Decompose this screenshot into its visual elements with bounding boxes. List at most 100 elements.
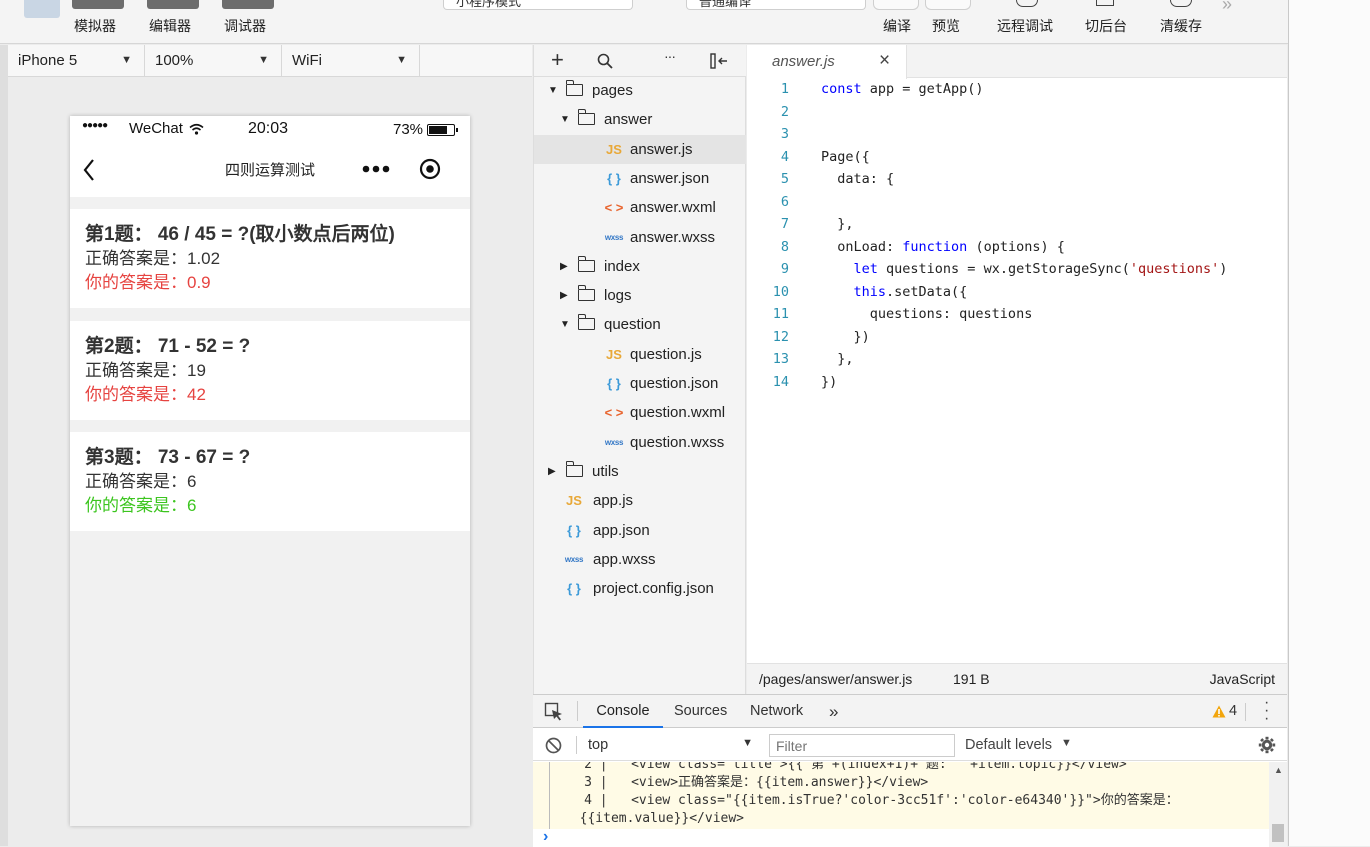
- remote-debug-button-label[interactable]: 远程调试: [997, 16, 1053, 36]
- code-line[interactable]: 8 onLoad: function (options) {: [747, 236, 1287, 259]
- compile-mode-select[interactable]: 普通编译: [686, 0, 866, 10]
- tree-file[interactable]: wxss question.wxss: [534, 428, 746, 457]
- user-answer: 你的答案是：6: [85, 496, 197, 515]
- console-filter-input[interactable]: [769, 734, 955, 757]
- tree-folder[interactable]: ▶ logs: [534, 281, 746, 310]
- tab-console[interactable]: Console: [583, 695, 663, 728]
- tree-file[interactable]: { } question.json: [534, 369, 746, 398]
- close-icon[interactable]: ×: [879, 50, 890, 72]
- tree-file[interactable]: < > question.wxml: [534, 398, 746, 427]
- mode-select[interactable]: 小程序模式: [443, 0, 633, 10]
- user-answer: 你的答案是：0.9: [85, 273, 211, 292]
- code-line[interactable]: 10 this.setData({: [747, 281, 1287, 304]
- device-select[interactable]: iPhone 5 ▼: [8, 45, 145, 76]
- tree-file[interactable]: wxss answer.wxss: [534, 223, 746, 252]
- debugger-icon[interactable]: [222, 0, 274, 9]
- record-icon[interactable]: [419, 158, 441, 180]
- collapse-panel-icon[interactable]: [710, 53, 728, 69]
- code-line[interactable]: 14}): [747, 371, 1287, 394]
- code-line[interactable]: 2: [747, 101, 1287, 124]
- more-dots-icon[interactable]: [362, 165, 390, 173]
- code-line[interactable]: 3: [747, 123, 1287, 146]
- gear-icon[interactable]: [1258, 736, 1276, 754]
- background-icon[interactable]: [1096, 0, 1114, 6]
- context-select[interactable]: top ▼: [588, 735, 753, 756]
- language-mode[interactable]: JavaScript: [1210, 664, 1275, 694]
- add-file-icon[interactable]: +: [551, 47, 564, 73]
- simulator-button-label[interactable]: 模拟器: [74, 16, 116, 36]
- tree-folder[interactable]: ▼ question: [534, 310, 746, 339]
- tree-item-label: answer.json: [630, 169, 710, 187]
- scrollbar-thumb[interactable]: [1272, 824, 1284, 842]
- inspect-element-icon[interactable]: [544, 702, 564, 722]
- debugger-button-label[interactable]: 调试器: [224, 16, 266, 36]
- scroll-up-icon[interactable]: ▲: [1274, 765, 1283, 775]
- code-line[interactable]: 1 const app = getApp(): [747, 78, 1287, 101]
- separator: [1245, 703, 1246, 721]
- code-line[interactable]: 5 data: {: [747, 168, 1287, 191]
- remote-debug-icon[interactable]: [1016, 0, 1038, 7]
- code-line[interactable]: 6: [747, 191, 1287, 214]
- chevron-down-icon[interactable]: ▼: [560, 310, 570, 339]
- tree-file[interactable]: JS app.js: [534, 486, 746, 515]
- wxss-file-icon: wxss: [604, 232, 624, 242]
- compile-button-label[interactable]: 编译: [883, 16, 911, 36]
- kebab-menu-icon[interactable]: · · ·: [1264, 695, 1269, 727]
- preview-icon[interactable]: [925, 0, 971, 10]
- tab-answer-js[interactable]: answer.js ×: [747, 45, 907, 79]
- chevron-down-icon[interactable]: ▼: [560, 105, 570, 134]
- preview-button-label[interactable]: 预览: [932, 16, 960, 36]
- tree-file[interactable]: { } project.config.json: [534, 574, 746, 603]
- code-line[interactable]: 9 let questions = wx.getStorageSync('que…: [747, 258, 1287, 281]
- clear-console-icon[interactable]: [545, 737, 562, 754]
- chevron-down-icon[interactable]: ▼: [548, 76, 558, 105]
- code-area[interactable]: 1 const app = getApp() 2 3 4 Page({5 data: {6…: [747, 78, 1287, 663]
- tree-item-label: index: [604, 257, 640, 275]
- tree-item-label: question.js: [630, 345, 702, 363]
- network-select[interactable]: WiFi ▼: [282, 45, 420, 76]
- tree-folder[interactable]: ▼ answer: [534, 105, 746, 134]
- zoom-select[interactable]: 100% ▼: [145, 45, 282, 76]
- search-icon[interactable]: [597, 53, 613, 69]
- tree-file[interactable]: JS question.js: [534, 340, 746, 369]
- warning-count[interactable]: 4: [1229, 695, 1237, 728]
- tree-file[interactable]: { } answer.json: [534, 164, 746, 193]
- code-line[interactable]: 13 },: [747, 348, 1287, 371]
- editor-icon[interactable]: [147, 0, 199, 9]
- clear-cache-icon[interactable]: [1170, 0, 1192, 7]
- tree-item-label: app.json: [593, 521, 650, 539]
- chevron-right-icon[interactable]: ▶: [560, 281, 568, 310]
- compile-icon[interactable]: [873, 0, 919, 10]
- background-button-label[interactable]: 切后台: [1085, 16, 1127, 36]
- code-line[interactable]: 4 Page({: [747, 146, 1287, 169]
- chevron-right-icon[interactable]: ▶: [560, 252, 568, 281]
- tab-sources[interactable]: Sources: [674, 695, 727, 728]
- more-options-icon[interactable]: ···: [664, 48, 676, 64]
- tree-folder[interactable]: ▼ pages: [534, 76, 746, 105]
- code-line[interactable]: 12 }): [747, 326, 1287, 349]
- log-levels-select[interactable]: Default levels ▼: [965, 735, 1085, 756]
- chevron-right-icon[interactable]: ▶: [548, 457, 556, 486]
- simulator-icon[interactable]: [72, 0, 124, 9]
- code-line[interactable]: 11 questions: questions: [747, 303, 1287, 326]
- console-prompt-row[interactable]: ›: [533, 828, 1269, 847]
- more-tabs-icon[interactable]: »: [829, 695, 838, 728]
- editor-button-label[interactable]: 编辑器: [149, 16, 191, 36]
- console-scrollbar[interactable]: ▲: [1269, 762, 1287, 847]
- tree-item-label: app.js: [593, 492, 634, 510]
- code-line[interactable]: 7 },: [747, 213, 1287, 236]
- warning-icon[interactable]: [1212, 705, 1226, 718]
- user-avatar[interactable]: [24, 0, 60, 18]
- tab-network[interactable]: Network: [750, 695, 803, 728]
- tree-folder[interactable]: ▶ utils: [534, 457, 746, 486]
- tree-file[interactable]: < > answer.wxml: [534, 193, 746, 222]
- status-time: 20:03: [248, 120, 289, 137]
- clear-cache-button-label[interactable]: 清缓存: [1160, 16, 1202, 36]
- tab-label: answer.js: [772, 53, 835, 70]
- tree-file[interactable]: { } app.json: [534, 516, 746, 545]
- tree-folder[interactable]: ▶ index: [534, 252, 746, 281]
- toolbar-more-icon[interactable]: »: [1222, 0, 1232, 15]
- tree-file[interactable]: wxss app.wxss: [534, 545, 746, 574]
- tree-file[interactable]: JS answer.js: [534, 134, 746, 164]
- code-text: }): [821, 373, 838, 390]
